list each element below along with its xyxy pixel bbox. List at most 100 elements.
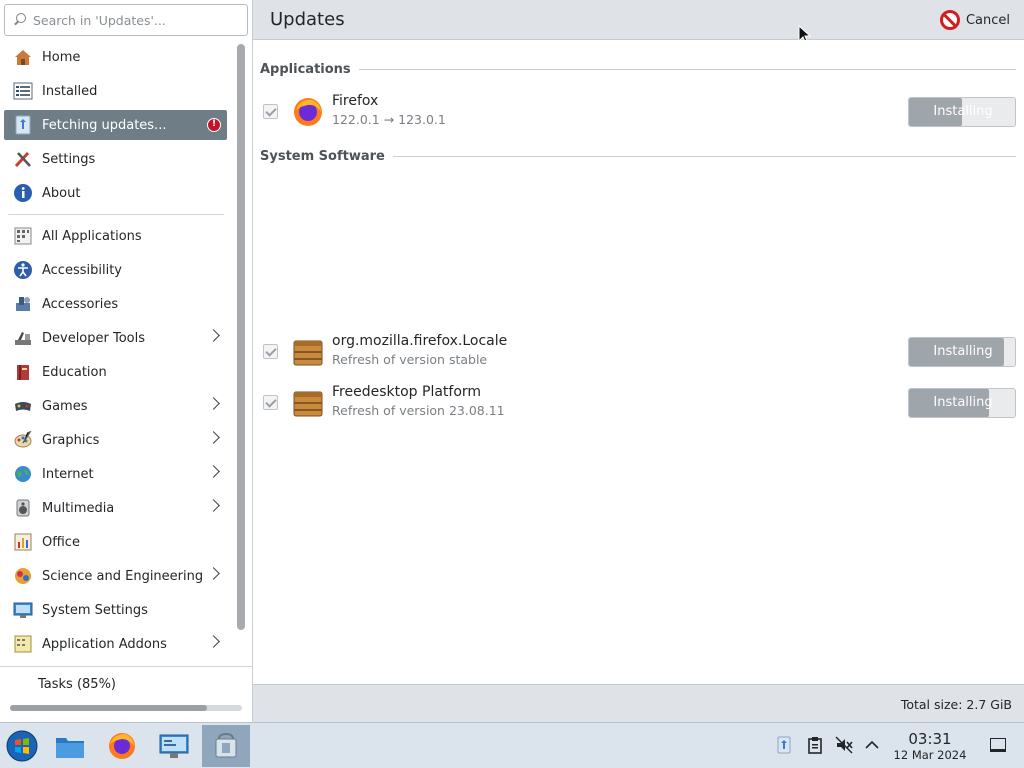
page-header: Updates Cancel (253, 0, 1024, 40)
discover-window: Search in 'Updates'... Home Installed Fe… (0, 0, 1024, 722)
firefox-icon (109, 733, 135, 759)
sidebar-divider (8, 214, 224, 215)
sidebar-item-all-applications[interactable]: All Applications (4, 219, 228, 253)
firefox-icon (292, 96, 324, 128)
sidebar-item-label: Accessibility (42, 262, 122, 278)
tasks-panel[interactable]: Tasks (85%) (0, 666, 252, 722)
search-icon (13, 13, 27, 27)
sidebar-item-label: Developer Tools (42, 330, 146, 346)
start-orb-icon (6, 730, 38, 762)
home-icon (12, 46, 34, 68)
clipboard-icon[interactable] (806, 736, 824, 754)
sidebar-item-graphics[interactable]: Graphics (4, 423, 228, 457)
update-checkbox[interactable] (263, 395, 278, 410)
education-icon (12, 361, 34, 383)
sidebar-item-label: Settings (42, 151, 96, 167)
section-system-software: System Software (260, 149, 1016, 164)
installing-label: Installing (933, 104, 993, 119)
sidebar-item-label: Installed (42, 83, 98, 99)
chevron-right-icon (207, 397, 220, 410)
sidebar-item-internet[interactable]: Internet (4, 457, 228, 491)
system-settings-icon (12, 599, 34, 621)
update-row-freedesktop-platform: Freedesktop Platform Refresh of version … (253, 383, 1024, 431)
app-name: Firefox (332, 93, 379, 109)
chevron-right-icon (207, 329, 220, 342)
taskbar-file-manager[interactable] (48, 725, 92, 767)
cancel-button[interactable]: Cancel (939, 10, 1010, 30)
update-checkbox[interactable] (263, 344, 278, 359)
clock[interactable]: 03:31 12 Mar 2024 (888, 730, 972, 763)
chevron-right-icon (207, 431, 220, 444)
chevron-right-icon (207, 635, 220, 648)
sidebar-item-accessories[interactable]: Accessories (4, 287, 228, 321)
section-title: Applications (260, 62, 351, 77)
sidebar-item-science[interactable]: Science and Engineering (4, 559, 228, 593)
taskbar-discover[interactable] (202, 725, 250, 767)
sidebar-item-label: All Applications (42, 228, 142, 244)
package-icon (292, 336, 324, 368)
settings-icon (12, 148, 34, 170)
sidebar-item-installed[interactable]: Installed (4, 74, 228, 108)
update-checkbox[interactable] (263, 104, 278, 119)
start-menu-button[interactable] (0, 725, 44, 767)
sidebar-item-label: About (42, 185, 81, 201)
sidebar-item-application-addons[interactable]: Application Addons (4, 627, 228, 661)
games-icon (12, 395, 34, 417)
accessibility-icon (12, 259, 34, 281)
addons-icon (12, 633, 34, 655)
show-desktop-icon[interactable] (990, 738, 1006, 752)
section-title: System Software (260, 149, 385, 164)
installing-button[interactable]: Installing (908, 97, 1016, 127)
page-title: Updates (270, 9, 345, 30)
sidebar-item-label: Science and Engineering (42, 568, 204, 584)
sidebar-item-label: Multimedia (42, 500, 115, 516)
sidebar-item-multimedia[interactable]: Multimedia (4, 491, 228, 525)
sidebar-item-home[interactable]: Home (4, 40, 228, 74)
internet-icon (12, 463, 34, 485)
app-name: org.mozilla.firefox.Locale (332, 333, 508, 349)
clock-time: 03:31 (908, 730, 952, 748)
sidebar-item-office[interactable]: Office (4, 525, 228, 559)
multimedia-icon (12, 497, 34, 519)
clock-date: 12 Mar 2024 (893, 748, 967, 762)
sidebar-item-updates[interactable]: Fetching updates... ! (4, 110, 227, 140)
taskbar-firefox[interactable] (100, 725, 144, 767)
sidebar-item-about[interactable]: About (4, 176, 228, 210)
sidebar-item-label: Application Addons (42, 636, 167, 652)
update-row-firefox-locale: org.mozilla.firefox.Locale Refresh of ve… (253, 332, 1024, 380)
app-version: Refresh of version 23.08.11 (332, 403, 505, 418)
section-divider (392, 156, 1016, 157)
section-divider (358, 69, 1016, 70)
installing-label: Installing (933, 395, 993, 410)
installing-button[interactable]: Installing (908, 337, 1016, 367)
sidebar-item-label: Accessories (42, 296, 119, 312)
developer-tools-icon (12, 327, 34, 349)
taskbar-system-settings[interactable] (152, 725, 196, 767)
volume-muted-icon[interactable] (835, 736, 853, 754)
page-footer: Total size: 2.7 GiB (253, 684, 1024, 722)
sidebar-item-system-settings[interactable]: System Settings (4, 593, 228, 627)
update-notifier-icon[interactable] (775, 736, 793, 754)
system-settings-icon (159, 734, 189, 758)
office-icon (12, 531, 34, 553)
sidebar-item-settings[interactable]: Settings (4, 142, 228, 176)
sidebar-item-education[interactable]: Education (4, 355, 228, 389)
info-icon (12, 182, 34, 204)
installing-label: Installing (933, 344, 993, 359)
tasks-progress-bar (10, 705, 242, 711)
sidebar-item-accessibility[interactable]: Accessibility (4, 253, 228, 287)
search-field[interactable]: Search in 'Updates'... (4, 4, 248, 36)
chevron-up-icon[interactable] (863, 736, 881, 754)
sidebar-scrollbar[interactable] (237, 44, 245, 630)
cancel-icon (939, 10, 960, 30)
search-placeholder: Search in 'Updates'... (33, 12, 166, 28)
sidebar-item-games[interactable]: Games (4, 389, 228, 423)
installing-button[interactable]: Installing (908, 388, 1016, 418)
sidebar-item-developer-tools[interactable]: Developer Tools (4, 321, 228, 355)
chevron-right-icon (207, 465, 220, 478)
taskbar: 03:31 12 Mar 2024 (0, 722, 1024, 768)
sidebar-item-label: Internet (42, 466, 94, 482)
app-version: Refresh of version stable (332, 352, 488, 367)
chevron-right-icon (207, 499, 220, 512)
chevron-right-icon (207, 567, 220, 580)
